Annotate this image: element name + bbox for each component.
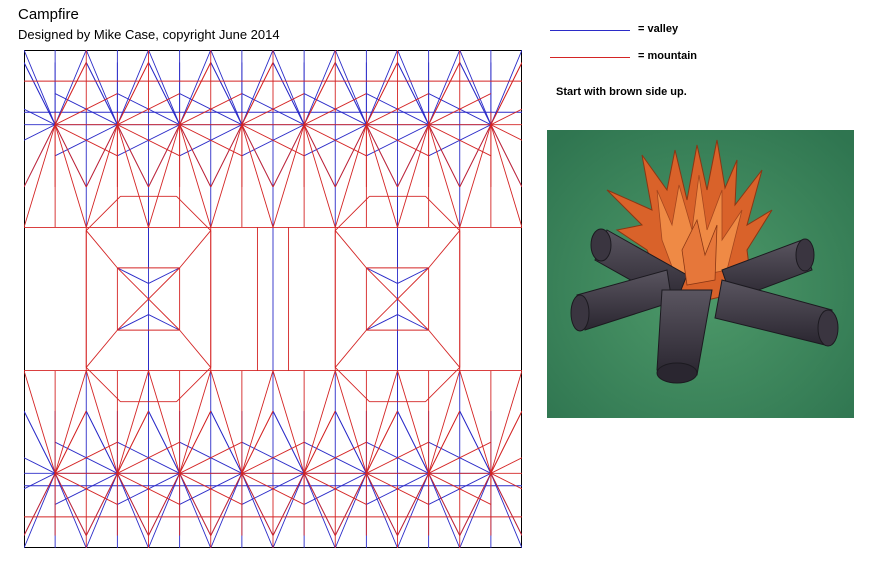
mountain-label: = mountain (638, 50, 697, 62)
instruction-text: Start with brown side up. (556, 86, 687, 98)
campfire-photo (547, 130, 854, 418)
mountain-swatch (550, 57, 630, 58)
valley-label: = valley (638, 23, 679, 35)
crease-pattern (24, 50, 522, 548)
valley-swatch (550, 30, 630, 31)
page-title: Campfire (18, 6, 79, 23)
page-subtitle: Designed by Mike Case, copyright June 20… (18, 27, 280, 42)
